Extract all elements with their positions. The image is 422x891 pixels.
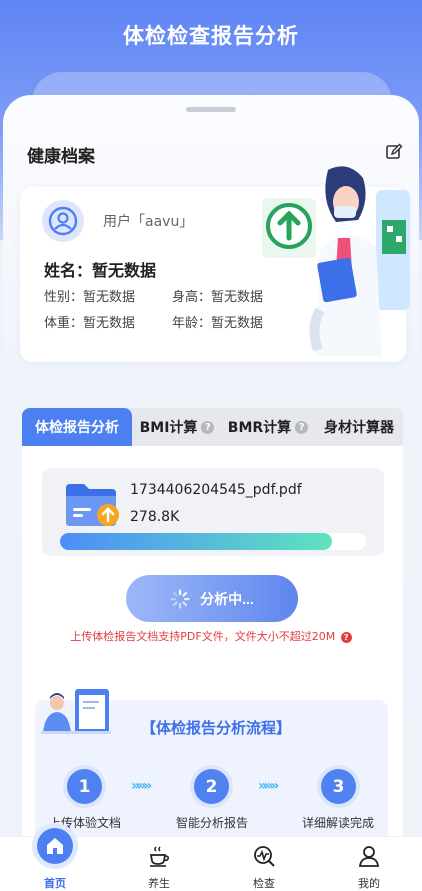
nav-label: 养生 [148,877,170,890]
analyze-button-label: 分析中... [200,590,254,607]
nav-check[interactable]: 检查 [229,838,299,891]
section-title: 健康档案 [27,147,95,167]
profile-age: 年龄：暂无数据 [172,316,264,331]
nav-label: 检查 [253,877,275,890]
profile-gender: 性别：暂无数据 [44,290,136,305]
nav-home[interactable]: 首页 [20,828,90,891]
help-icon[interactable]: ? [201,420,215,434]
user-icon [358,846,380,867]
home-icon-bubble [37,828,73,864]
step-1-label: 上传体验文档 [48,816,121,830]
step-2-label: 智能分析报告 [175,816,248,830]
page-title: 体检检查报告分析 [123,24,299,48]
tab-label: 身材计算器 [324,420,394,436]
process-title: 【体检报告分析流程】 [140,719,291,737]
step-3-label: 详细解读完成 [301,816,374,830]
step-3-number: 3 [321,769,356,804]
step-arrows: »»» [131,778,152,794]
folder-upload-icon [66,484,119,526]
step-2-number: 2 [194,769,229,804]
avatar [42,200,84,242]
edit-icon[interactable] [385,143,403,161]
upload-hint-text: 上传体检报告文档支持PDF文件，文件大小不超过20M [70,630,336,643]
file-size: 278.8K [130,509,180,525]
upload-progress-bar [60,533,366,550]
doctor-illustration [262,166,410,356]
nav-label: 我的 [358,877,380,890]
tab-body-calculator[interactable]: 身材计算器 [318,408,400,446]
home-icon [47,838,63,854]
help-icon[interactable]: ? [295,420,309,434]
file-name: 1734406204545_pdf.pdf [130,482,302,498]
tab-report-analysis[interactable]: 体检报告分析 [22,408,132,446]
username: 用户「aavu」 [103,214,194,230]
check-icon [254,846,275,867]
tab-label: BMR计算 [227,420,292,436]
tea-cup-icon [149,846,169,867]
tab-bmr[interactable]: BMR计算? [222,408,314,446]
nav-wellness[interactable]: 养生 [124,838,194,891]
tab-label: BMI计算 [139,420,198,436]
nav-label: 首页 [44,877,66,890]
analyze-button[interactable]: 分析中... [126,575,298,622]
nav-profile[interactable]: 我的 [334,838,404,891]
tab-bmi[interactable]: BMI计算? [136,408,218,446]
profile-name: 姓名：暂无数据 [44,261,157,280]
profile-weight: 体重：暂无数据 [44,316,136,331]
user-avatar-icon [48,206,78,236]
spinner-icon [170,588,190,609]
profile-height: 身高：暂无数据 [172,290,264,305]
help-icon[interactable]: ? [340,632,352,643]
step-1-number: 1 [67,769,102,804]
upload-hint: 上传体检报告文档支持PDF文件，文件大小不超过20M ? [0,628,422,644]
upload-progress-fill [60,533,333,550]
tab-label: 体检报告分析 [35,420,119,436]
step-arrows: »»» [258,778,279,794]
drag-handle[interactable] [186,107,236,112]
